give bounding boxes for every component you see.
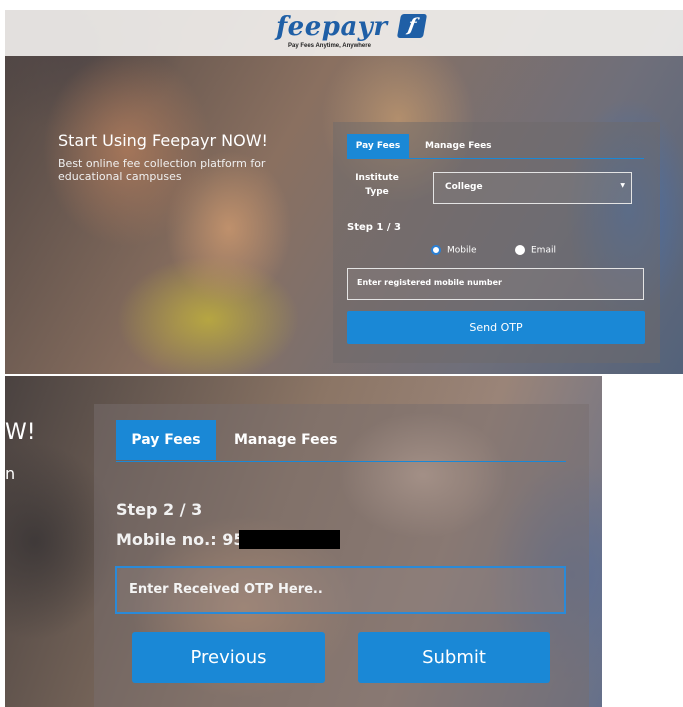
tab-manage-fees[interactable]: Manage Fees — [425, 134, 492, 158]
tabs-underline — [116, 461, 566, 462]
step-indicator: Step 1 / 3 — [347, 222, 401, 233]
pay-fees-card: Pay Fees Manage Fees Institute Type Coll… — [333, 122, 660, 363]
otp-input[interactable]: Enter Received OTP Here.. — [115, 566, 566, 614]
hero-title: Start Using Feepayr NOW! — [58, 131, 268, 150]
send-otp-button[interactable]: Send OTP — [347, 311, 645, 344]
radio-email[interactable]: Email — [515, 245, 556, 259]
header-bar: feepayr f Pay Fees Anytime, Anywhere — [5, 10, 683, 56]
submit-button[interactable]: Submit — [358, 632, 550, 683]
tabs-underline — [347, 158, 644, 159]
dropdown-arrow-icon: ▼ — [620, 182, 625, 189]
hero-subtitle: Best online fee collection platform for … — [58, 157, 266, 183]
mobile-number-input[interactable]: Enter registered mobile number — [347, 268, 644, 300]
mobile-number-display: Mobile no.: 95 — [116, 530, 245, 549]
tab-pay-fees[interactable]: Pay Fees — [347, 134, 409, 158]
institute-type-value: College — [445, 182, 483, 192]
otp-placeholder: Enter Received OTP Here.. — [129, 582, 323, 597]
step-indicator: Step 2 / 3 — [116, 500, 203, 519]
previous-button[interactable]: Previous — [132, 632, 325, 683]
institute-type-label: Institute Type — [355, 173, 399, 197]
otp-verification-card: Pay Fees Manage Fees Step 2 / 3 Mobile n… — [94, 404, 589, 707]
brand-logo-icon[interactable]: f — [396, 14, 428, 38]
tab-manage-fees[interactable]: Manage Fees — [234, 420, 338, 460]
redaction-block — [239, 530, 340, 549]
radio-mobile[interactable]: Mobile — [431, 245, 477, 259]
step2-screenshot: W! n Pay Fees Manage Fees Step 2 / 3 Mob… — [5, 376, 602, 707]
hero-subtitle-fragment: n — [5, 464, 16, 483]
institute-type-select[interactable]: College ▼ — [433, 172, 632, 204]
radio-email-label: Email — [531, 245, 556, 256]
radio-mobile-label: Mobile — [447, 245, 477, 256]
brand-logo-text[interactable]: feepayr — [276, 12, 388, 42]
hero-title-fragment: W! — [5, 420, 36, 445]
radio-checked-icon[interactable] — [431, 245, 441, 255]
mobile-number-placeholder: Enter registered mobile number — [357, 278, 502, 287]
radio-unchecked-icon[interactable] — [515, 245, 525, 255]
brand-tagline: Pay Fees Anytime, Anywhere — [288, 43, 371, 49]
tab-pay-fees[interactable]: Pay Fees — [116, 420, 216, 460]
step1-screenshot: feepayr f Pay Fees Anytime, Anywhere Sta… — [5, 10, 683, 374]
